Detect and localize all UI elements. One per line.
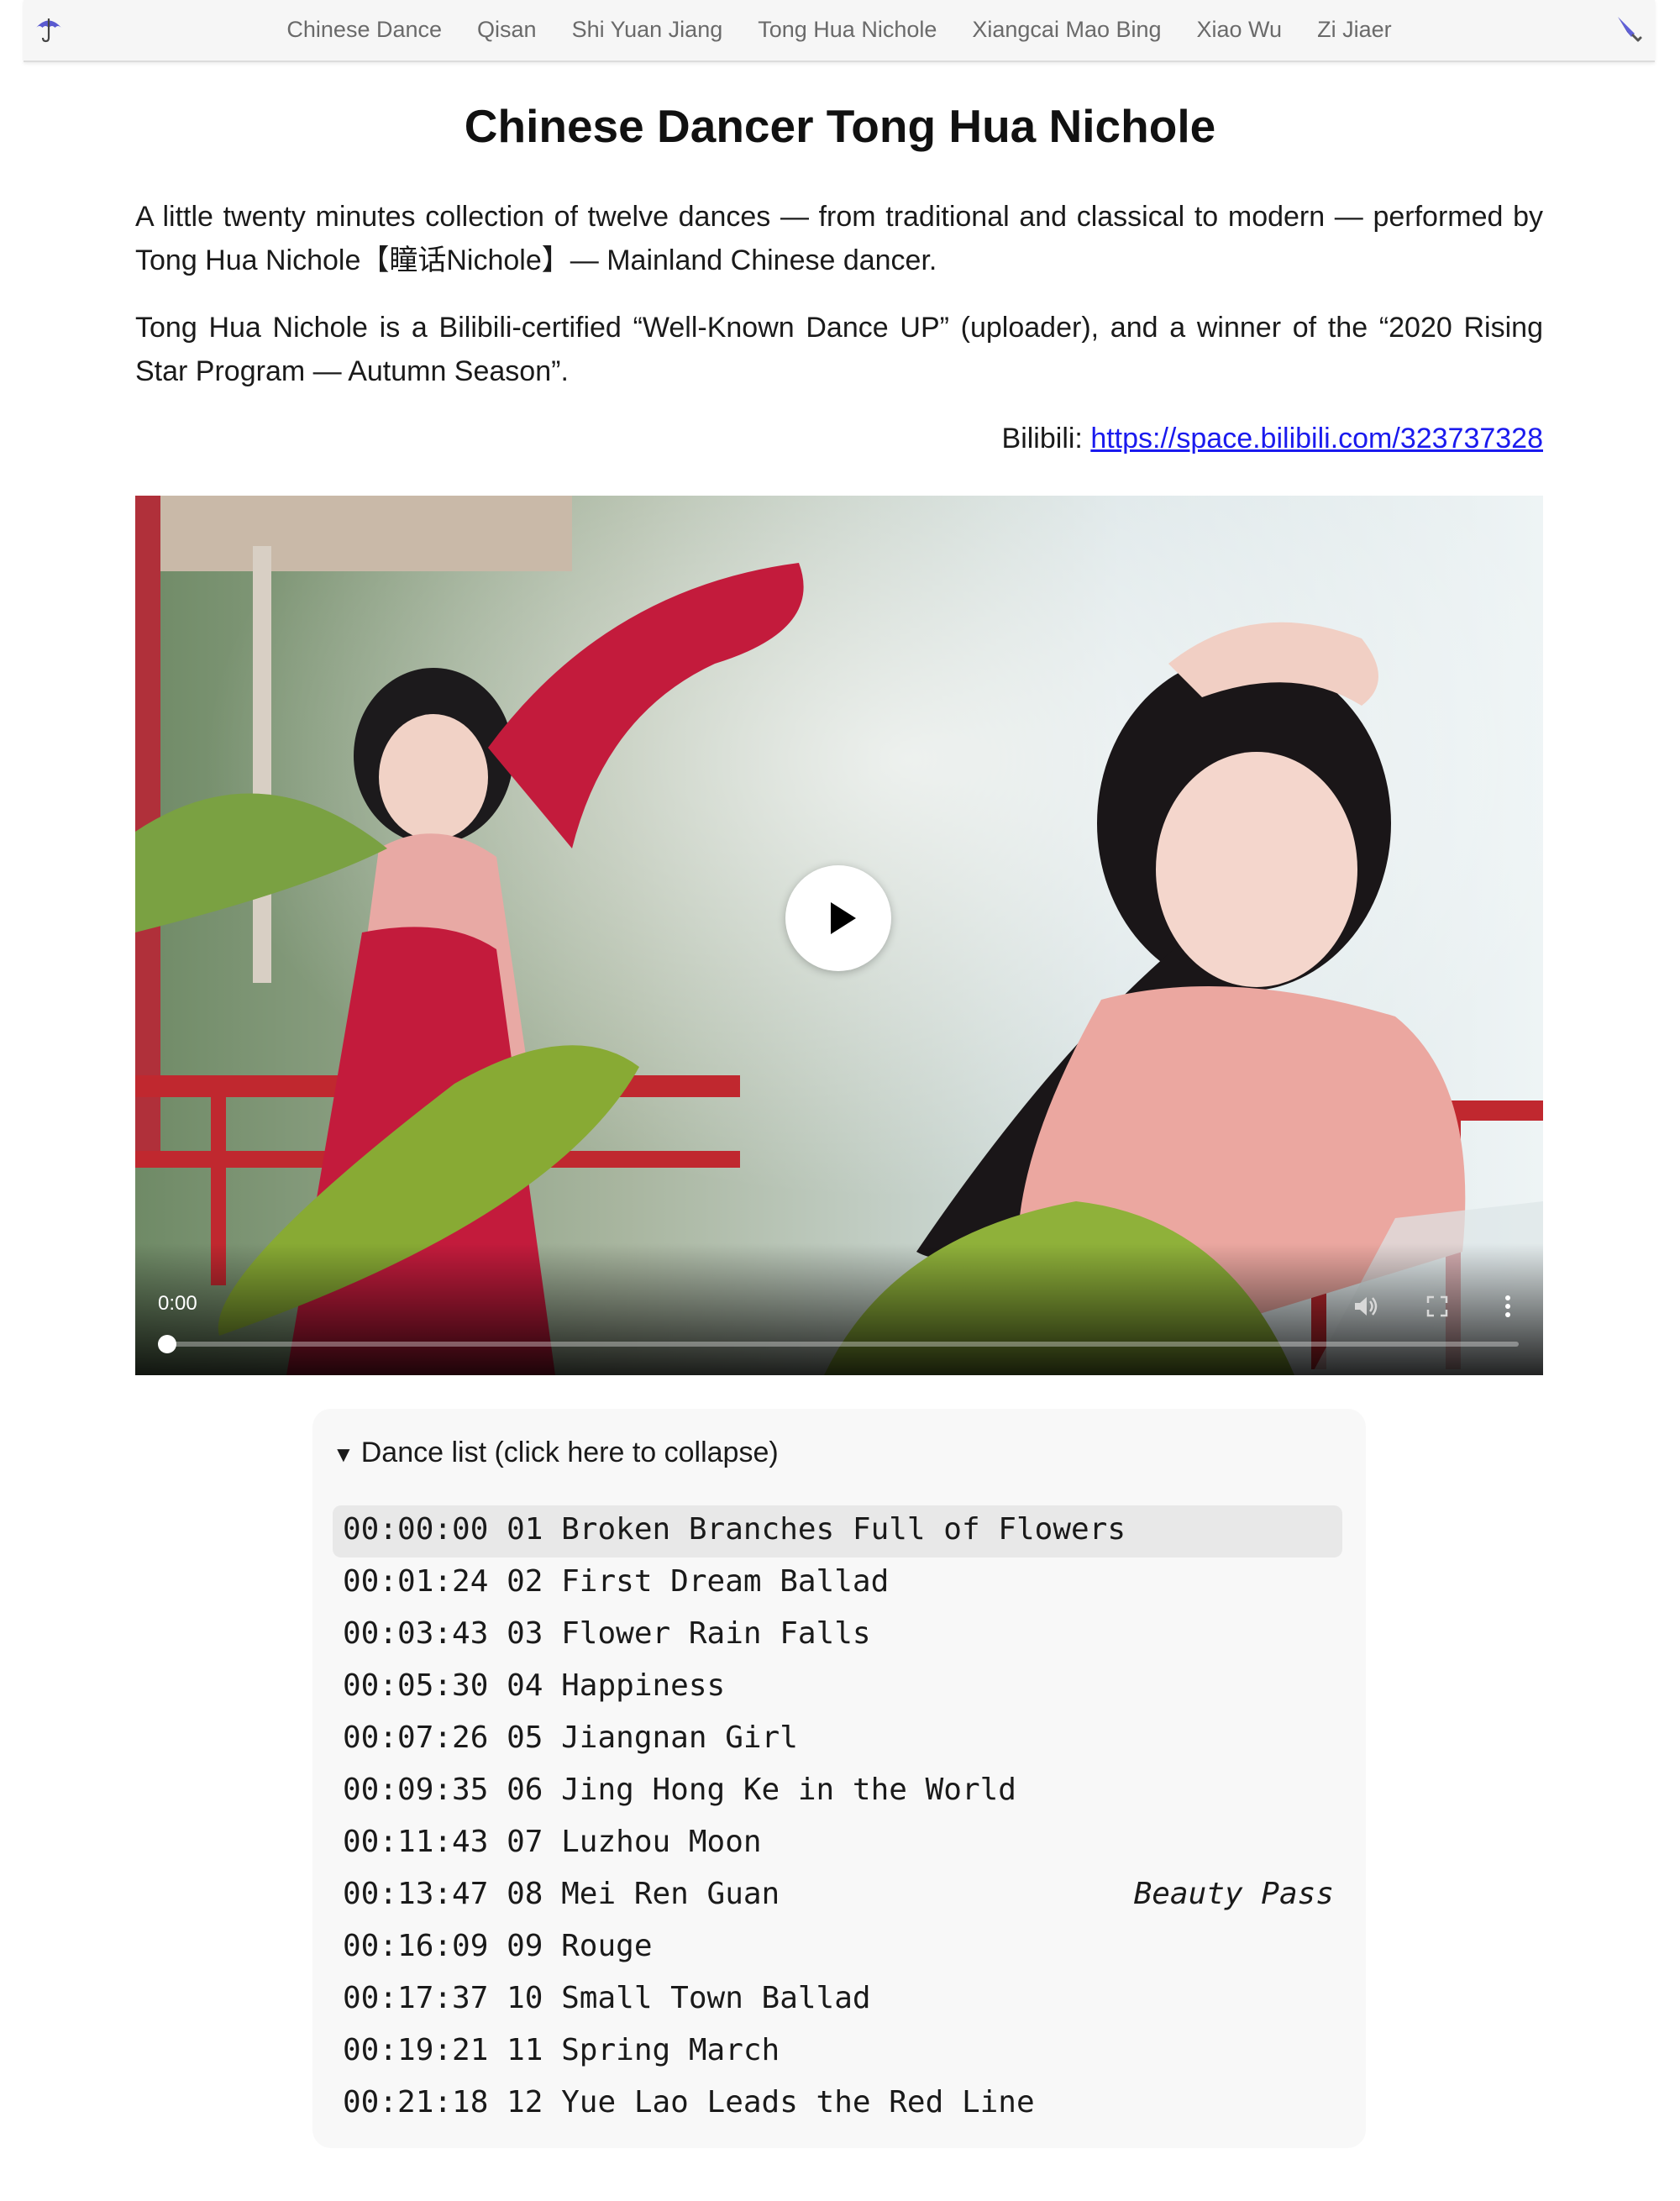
volume-icon[interactable] [1352,1292,1380,1321]
dance-list-item[interactable]: 00:00:00 01 Broken Branches Full of Flow… [333,1505,1342,1558]
award-paragraph: Tong Hua Nichole is a Bilibili-certified… [135,312,1543,387]
dance-list: 00:00:00 01 Broken Branches Full of Flow… [333,1505,1342,2130]
dance-timestamp: 00:19:21 [343,2033,489,2067]
more-options-icon[interactable] [1494,1292,1522,1321]
dance-timestamp: 00:17:37 [343,1981,489,2015]
nav-link-xiangcai-mao-bing[interactable]: Xiangcai Mao Bing [972,17,1161,43]
dance-timestamp: 00:13:47 [343,1877,489,1911]
dance-number: 11 [507,2033,543,2067]
intro-paragraph: A little twenty minutes collection of tw… [135,201,1543,276]
dance-timestamp: 00:11:43 [343,1825,489,1859]
fullscreen-icon[interactable] [1423,1292,1452,1321]
nav-link-zi-jiaer[interactable]: Zi Jiaer [1317,17,1392,43]
nav-link-chinese-dance[interactable]: Chinese Dance [286,17,442,43]
dance-list-item[interactable]: 00:05:30 04 Happiness [333,1662,1342,1714]
dance-list-item[interactable]: 00:11:43 07 Luzhou Moon [333,1818,1342,1870]
dance-number: 12 [507,2085,543,2120]
dance-list-item[interactable]: 00:21:18 12 Yue Lao Leads the Red Line [333,2078,1342,2130]
top-nav-bar: Chinese Dance Qisan Shi Yuan Jiang Tong … [24,0,1655,62]
dance-timestamp: 00:16:09 [343,1929,489,1963]
dance-list-item[interactable]: 00:09:35 06 Jing Hong Ke in the World [333,1766,1342,1818]
dance-translation-note: Beauty Pass [1133,1877,1334,1911]
dance-title: Mei Ren Guan [561,1877,780,1911]
video-controls [135,1243,1543,1375]
dance-title: Small Town Ballad [561,1981,871,2015]
dance-title: Luzhou Moon [561,1825,762,1859]
dance-timestamp: 00:01:24 [343,1564,489,1599]
dance-list-toggle[interactable]: ▼ Dance list (click here to collapse) [333,1433,779,1473]
dance-list-item[interactable]: 00:13:47 08 Mei Ren Guan Beauty Pass [333,1870,1342,1922]
nav-link-tong-hua-nichole[interactable]: Tong Hua Nichole [758,17,937,43]
dance-number: 10 [507,1981,543,2015]
bilibili-link[interactable]: https://space.bilibili.com/323737328 [1090,423,1543,454]
dance-title: Broken Branches Full of Flowers [561,1512,1126,1547]
dance-timestamp: 00:00:00 [343,1512,489,1547]
video-time: 0:00 [158,1292,197,1315]
dance-title: Spring March [561,2033,780,2067]
dance-number: 07 [507,1825,543,1859]
dance-title: Happiness [561,1668,726,1703]
dance-list-item[interactable]: 00:07:26 05 Jiangnan Girl [333,1714,1342,1766]
disclosure-triangle-icon: ▼ [333,1442,354,1467]
nav-link-shi-yuan-jiang[interactable]: Shi Yuan Jiang [572,17,723,43]
dance-timestamp: 00:21:18 [343,2085,489,2120]
dance-number: 09 [507,1929,543,1963]
page-title: Chinese Dancer Tong Hua Nichole [464,100,1216,152]
dance-title: Jing Hong Ke in the World [561,1773,1016,1807]
dance-timestamp: 00:03:43 [343,1616,489,1651]
dance-list-item[interactable]: 00:19:21 11 Spring March [333,2026,1342,2078]
nav-link-qisan[interactable]: Qisan [477,17,537,43]
site-nav: Chinese Dance Qisan Shi Yuan Jiang Tong … [24,0,1655,59]
dance-timestamp: 00:07:26 [343,1720,489,1755]
dance-number: 04 [507,1668,543,1703]
play-icon[interactable] [785,865,891,971]
dance-number: 08 [507,1877,543,1911]
dance-list-summary: Dance list (click here to collapse) [360,1437,779,1468]
dance-number: 06 [507,1773,543,1807]
dance-number: 05 [507,1720,543,1755]
video-progress-knob[interactable] [158,1335,176,1353]
bilibili-line: Bilibili: https://space.bilibili.com/323… [135,417,1543,460]
dance-title: Rouge [561,1929,653,1963]
dance-number: 03 [507,1616,543,1651]
bilibili-label: Bilibili: [1001,423,1091,454]
dance-number: 01 [507,1512,543,1547]
dance-number: 02 [507,1564,543,1599]
nav-link-xiao-wu[interactable]: Xiao Wu [1197,17,1283,43]
dance-title: First Dream Ballad [561,1564,890,1599]
dance-timestamp: 00:05:30 [343,1668,489,1703]
dance-timestamp: 00:09:35 [343,1773,489,1807]
dance-title: Flower Rain Falls [561,1616,871,1651]
dance-list-item[interactable]: 00:03:43 03 Flower Rain Falls [333,1610,1342,1662]
dance-list-item[interactable]: 00:16:09 09 Rouge [333,1922,1342,1974]
video-progress-bar[interactable] [166,1342,1519,1347]
dance-title: Jiangnan Girl [561,1720,798,1755]
dance-list-item[interactable]: 00:17:37 10 Small Town Ballad [333,1974,1342,2026]
closed-umbrella-icon[interactable] [1613,13,1643,44]
dance-title: Yue Lao Leads the Red Line [561,2085,1035,2120]
dance-list-item[interactable]: 00:01:24 02 First Dream Ballad [333,1558,1342,1610]
